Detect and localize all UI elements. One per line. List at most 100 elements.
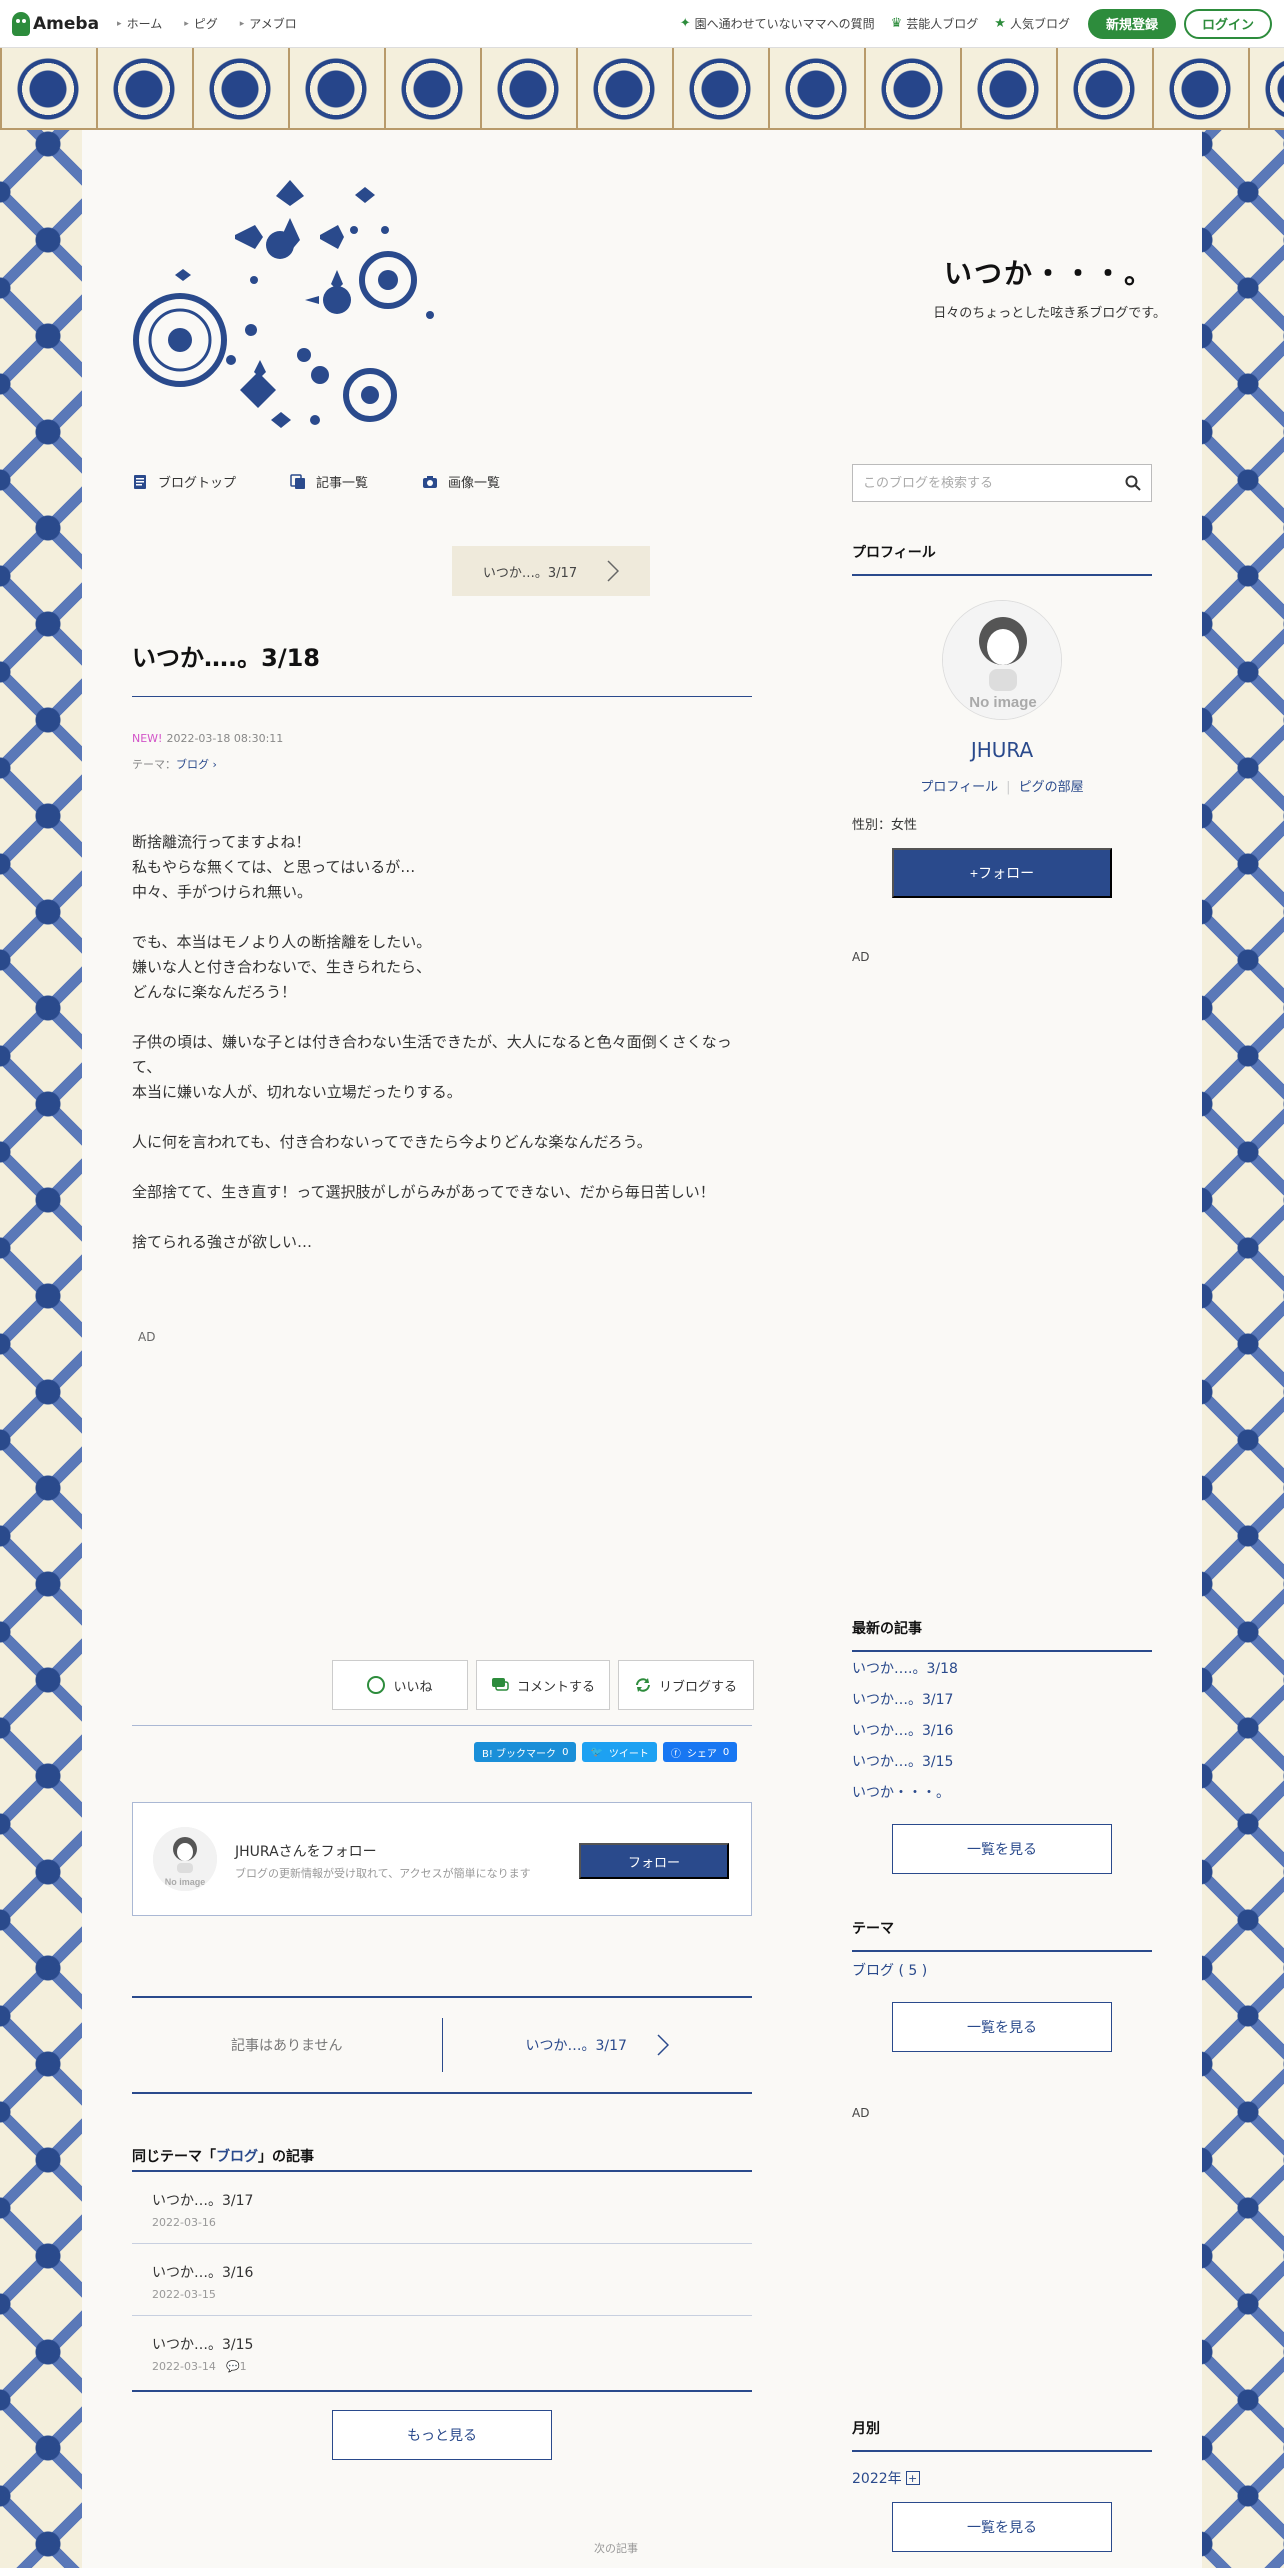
pager-prev-top[interactable]: いつか…。3/17 — [452, 546, 650, 596]
hatena-count: 0 — [562, 1746, 569, 1758]
recent-more-button[interactable]: 一覧を見る — [892, 1824, 1112, 1874]
profile-gender: 性別：女性 — [852, 818, 918, 833]
pager-bottom: 記事はありません いつか…。3/17 — [132, 1996, 752, 2094]
ameba-logo-text: Ameba — [33, 13, 100, 34]
recent-article-link[interactable]: いつか….。3/18 — [852, 1652, 1152, 1683]
same-theme-heading-before: 同じテーマ「 — [132, 2149, 216, 2165]
chevron-right-icon — [657, 2034, 669, 2056]
theme-link-label: ブログ — [176, 758, 209, 771]
blog-page: いつか・・・。 日々のちょっとした呟き系ブログです。 ブログトップ 記事一覧 画… — [82, 130, 1202, 2568]
article-theme: テーマ：ブログ › — [132, 756, 217, 772]
pager-next-bottom[interactable]: いつか…。3/17 — [443, 1998, 753, 2092]
ameba-logo-icon — [12, 11, 30, 36]
document-icon — [134, 474, 146, 489]
nav-article-list-label: 記事一覧 — [316, 476, 369, 491]
hatena-label: B! ブックマーク — [482, 1748, 557, 1760]
comment-button[interactable]: コメントする — [476, 1660, 610, 1710]
facebook-count: 0 — [722, 1746, 730, 1758]
star-icon: ★ — [994, 16, 1006, 31]
topic-link-popular[interactable]: ★ 人気ブログ — [994, 15, 1070, 32]
profile-avatar[interactable]: No image — [942, 600, 1062, 720]
article-paragraph: 全部捨てて、生き直す！って選択肢がしがらみがあってできない、だから毎日苦しい！ — [132, 1183, 715, 1201]
nav-article-list[interactable]: 記事一覧 — [290, 472, 368, 491]
topic-link-celebrity[interactable]: ♛ 芸能人ブログ — [891, 15, 979, 32]
recent-article-link[interactable]: いつか…。3/17 — [852, 1683, 1152, 1714]
search-icon[interactable] — [1125, 475, 1141, 491]
article-paragraph: 人に何を言われても、付き合わないってできたら今よりどんな楽なんだろう。 — [132, 1133, 652, 1151]
topnav-pigg[interactable]: ▸ ピグ — [184, 15, 218, 32]
monthly-more-button[interactable]: 一覧を見る — [892, 2502, 1112, 2552]
profile-link[interactable]: プロフィール — [920, 780, 998, 795]
topic-link-question[interactable]: ✦ 園へ通わせていないママへの質問 — [680, 15, 875, 32]
theme-list: ブログ ( 5 ) — [852, 1954, 1152, 1985]
pager-prev-top-label: いつか…。3/17 — [482, 565, 578, 581]
hatena-bookmark-button[interactable]: B! ブックマーク 0 — [474, 1742, 577, 1762]
list-item[interactable]: いつか…。3/16 2022-03-15 — [132, 2244, 752, 2316]
follow-box: No image JHURAさんをフォロー ブログの更新情報が受け取れて、アクセ… — [132, 1802, 752, 1916]
avatar: No image — [153, 1827, 217, 1891]
copy-icon — [290, 473, 306, 489]
topic-link-question-label: 園へ通わせていないママへの質問 — [694, 17, 875, 31]
article-actions: いいね コメントする リブログする — [332, 1660, 754, 1710]
list-item-date: 2022-03-15 — [152, 2288, 216, 2301]
header-ornament-illustration — [133, 180, 434, 428]
topnav-ameblo[interactable]: ▸ アメブロ — [240, 15, 297, 32]
reblog-button[interactable]: リブログする — [618, 1660, 754, 1710]
follow-description: ブログの更新情報が受け取れて、アクセスが簡単になります — [235, 1867, 531, 1880]
expand-plus-icon[interactable]: + — [905, 2471, 920, 2485]
theme-more-button[interactable]: 一覧を見る — [892, 2002, 1112, 2052]
nav-blog-top[interactable]: ブログトップ — [132, 472, 236, 491]
comment-count: 💬1 — [226, 2360, 247, 2373]
topnav-home[interactable]: ▸ ホーム — [117, 15, 162, 32]
profile-links: プロフィール | ピグの部屋 — [852, 776, 1152, 795]
next-article-label: 次の記事 — [594, 2542, 638, 2555]
divider — [132, 696, 752, 697]
divider — [132, 1725, 752, 1726]
like-button[interactable]: いいね — [332, 1660, 468, 1710]
blog-nav: ブログトップ 記事一覧 画像一覧 — [132, 472, 500, 491]
theme-heading: テーマ — [852, 1918, 1152, 1952]
article-title[interactable]: いつか….。3/18 — [132, 638, 320, 673]
facebook-share-button[interactable]: ⓕ シェア 0 — [662, 1742, 738, 1762]
same-theme-heading-after: 」の記事 — [258, 2149, 314, 2165]
nav-image-list[interactable]: 画像一覧 — [422, 472, 500, 491]
more-button[interactable]: もっと見る — [332, 2410, 552, 2460]
list-item[interactable]: いつか…。3/17 2022-03-16 — [132, 2172, 752, 2244]
sidebar-ad-label: AD — [852, 2106, 870, 2120]
topic-link-celebrity-label: 芸能人ブログ — [906, 17, 979, 31]
sidebar-follow-button[interactable]: +フォロー — [892, 848, 1112, 898]
month-item-label: 2022年 — [852, 2471, 902, 2487]
tweet-button[interactable]: 🐦 ツイート — [582, 1742, 657, 1762]
nav-blog-top-label: ブログトップ — [158, 476, 237, 491]
pig-room-link[interactable]: ピグの部屋 — [1019, 780, 1084, 795]
like-button-label: いいね — [393, 1678, 433, 1694]
sidebar-ad-label: AD — [852, 950, 870, 964]
ameba-logo[interactable]: Ameba — [12, 11, 100, 36]
theme-item-link[interactable]: ブログ ( 5 ) — [852, 1954, 1152, 1985]
topic-link-popular-label: 人気ブログ — [1009, 17, 1070, 31]
reblog-icon — [635, 1678, 650, 1692]
theme-link[interactable]: ブログ › — [176, 758, 217, 771]
pager-prev-empty: 記事はありません — [230, 2038, 343, 2054]
blog-search-input[interactable] — [863, 475, 1125, 491]
theme-prefix: テーマ： — [132, 758, 176, 771]
follow-button[interactable]: フォロー — [579, 1843, 729, 1879]
recent-article-link[interactable]: いつか…。3/15 — [852, 1745, 1152, 1776]
share-buttons: B! ブックマーク 0 🐦 ツイート ⓕ シェア 0 — [474, 1742, 738, 1762]
tweet-label: ツイート — [608, 1748, 649, 1760]
register-button[interactable]: 新規登録 — [1087, 8, 1176, 39]
comment-button-label: コメントする — [516, 1678, 595, 1694]
no-image-text: No image — [969, 694, 1037, 711]
camera-icon — [423, 475, 438, 488]
blog-title[interactable]: いつか・・・。 — [944, 252, 1154, 292]
no-image-text: No image — [165, 1877, 206, 1887]
month-item[interactable]: 2022年 + — [852, 2468, 920, 2488]
list-item[interactable]: いつか…。3/15 2022-03-14 💬1 — [132, 2316, 752, 2388]
recent-article-link[interactable]: いつか・・・。 — [852, 1776, 1152, 1807]
article-paragraph: 断捨離流行ってますよね！ 私もやらな無くては、と思ってはいるが… 中々、手がつけ… — [132, 833, 416, 901]
recent-article-link[interactable]: いつか…。3/16 — [852, 1714, 1152, 1745]
list-item-date: 2022-03-14 — [152, 2360, 216, 2373]
list-item-title: いつか…。3/15 — [152, 2337, 254, 2353]
profile-name[interactable]: JHURA — [852, 738, 1152, 762]
login-button[interactable]: ログイン — [1183, 8, 1272, 39]
